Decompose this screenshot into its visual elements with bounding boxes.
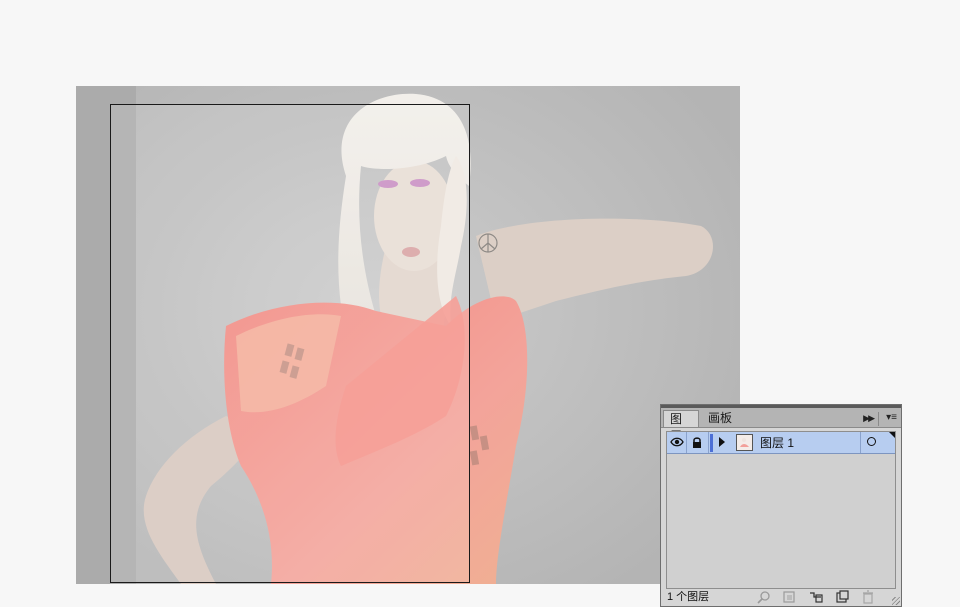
layer-name[interactable]: 图层 1 <box>760 435 794 451</box>
layers-panel: 图层 画板 ▶▶ ▾≡ <box>660 404 902 607</box>
tab-layers[interactable]: 图层 <box>663 410 699 443</box>
locate-object-icon[interactable] <box>757 590 771 604</box>
lock-toggle[interactable] <box>687 432 709 453</box>
create-sublayer-icon[interactable] <box>809 590 823 604</box>
tab-artboards[interactable]: 画板 <box>702 410 738 427</box>
expand-triangle-icon[interactable] <box>719 437 725 447</box>
visibility-toggle[interactable] <box>667 432 687 453</box>
document-canvas[interactable] <box>76 86 740 584</box>
resize-grip[interactable] <box>892 597 900 605</box>
layer-list[interactable]: 图层 1 <box>666 431 896 589</box>
layer-row[interactable]: 图层 1 <box>667 432 895 454</box>
artboard-frame <box>110 104 470 583</box>
selection-indicator <box>889 432 895 438</box>
make-clipping-mask-icon[interactable] <box>782 590 796 604</box>
layer-color-indicator <box>710 434 713 452</box>
panel-menu-icon[interactable]: ▾≡ <box>886 412 897 423</box>
layer-target-cell[interactable] <box>860 432 895 453</box>
panel-tab-bar: 图层 画板 ▶▶ ▾≡ <box>661 408 901 443</box>
delete-icon[interactable] <box>861 590 875 604</box>
create-new-layer-icon[interactable] <box>835 590 849 604</box>
panel-footer: 1 个图层 <box>661 588 901 606</box>
lock-icon <box>693 437 701 448</box>
double-chevron-right-icon[interactable]: ▶▶ <box>863 413 875 424</box>
layer-thumbnail <box>736 434 753 451</box>
eye-icon <box>670 437 684 447</box>
divider <box>878 412 879 426</box>
layer-count: 1 个图层 <box>667 591 710 603</box>
target-circle-icon[interactable] <box>867 437 876 446</box>
